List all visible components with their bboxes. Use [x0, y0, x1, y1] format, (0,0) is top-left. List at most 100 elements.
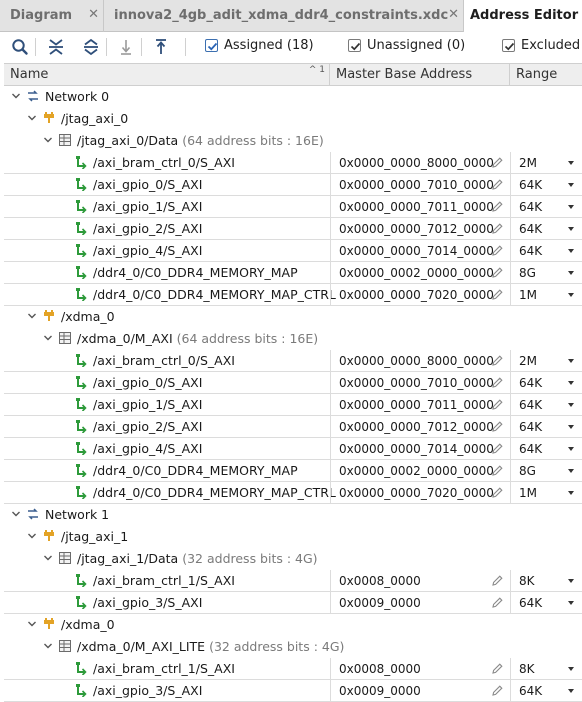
master-base-address[interactable]: 0x0000_0000_7012_0000 [339, 222, 494, 236]
dropdown-arrow-icon[interactable] [568, 293, 574, 297]
pencil-icon[interactable] [491, 420, 504, 433]
move-down-icon[interactable] [114, 35, 138, 59]
table-row[interactable]: /axi_bram_ctrl_0/S_AXI 0x0000_0000_8000_0… [4, 350, 582, 372]
chevron-down-icon[interactable] [42, 552, 54, 564]
range-select[interactable]: 64K [510, 394, 582, 416]
address-cell[interactable]: 0x0000_0000_7014_0000 [330, 438, 510, 460]
chevron-down-icon[interactable] [26, 530, 38, 542]
pencil-icon[interactable] [491, 156, 504, 169]
master-base-address[interactable]: 0x0008_0000 [339, 662, 421, 676]
move-up-icon[interactable] [149, 35, 173, 59]
range-select[interactable]: 64K [510, 438, 582, 460]
master-base-address[interactable]: 0x0000_0002_0000_0000 [339, 464, 494, 478]
close-icon[interactable]: ✕ [448, 7, 459, 22]
range-select[interactable]: 64K [510, 174, 582, 196]
dropdown-arrow-icon[interactable] [568, 667, 574, 671]
pencil-icon[interactable] [491, 200, 504, 213]
collapse-all-icon[interactable] [44, 35, 68, 59]
dropdown-arrow-icon[interactable] [568, 403, 574, 407]
master-base-address[interactable]: 0x0000_0000_7010_0000 [339, 376, 494, 390]
master-base-address[interactable]: 0x0000_0000_7014_0000 [339, 244, 494, 258]
dropdown-arrow-icon[interactable] [568, 183, 574, 187]
dropdown-arrow-icon[interactable] [568, 601, 574, 605]
range-select[interactable]: 8G [510, 460, 582, 482]
chevron-down-icon[interactable] [26, 112, 38, 124]
master-base-address[interactable]: 0x0000_0000_7020_0000 [339, 288, 494, 302]
address-cell[interactable]: 0x0000_0000_7020_0000 [330, 482, 510, 504]
address-cell[interactable]: 0x0008_0000 [330, 570, 510, 592]
address-cell[interactable]: 0x0000_0000_7020_0000 [330, 284, 510, 306]
range-select[interactable]: 64K [510, 240, 582, 262]
table-row[interactable]: /axi_gpio_0/S_AXI 0x0000_0000_7010_0000 64… [4, 174, 582, 196]
address-cell[interactable]: 0x0000_0000_8000_0000 [330, 152, 510, 174]
tab-constraints-file[interactable]: innova2_4gb_adit_xdma_ddr4_constraints.x… [104, 0, 464, 32]
table-row[interactable]: /axi_gpio_4/S_AXI 0x0000_0000_7014_0000 64… [4, 240, 582, 262]
address-cell[interactable]: 0x0000_0000_8000_0000 [330, 350, 510, 372]
range-select[interactable]: 2M [510, 152, 582, 174]
tab-diagram[interactable]: Diagram ✕ [0, 0, 104, 32]
chevron-down-icon[interactable] [26, 310, 38, 322]
dropdown-arrow-icon[interactable] [568, 469, 574, 473]
dropdown-arrow-icon[interactable] [568, 249, 574, 253]
range-select[interactable]: 8K [510, 658, 582, 680]
close-icon[interactable]: ✕ [88, 7, 99, 22]
master-base-address[interactable]: 0x0000_0000_7012_0000 [339, 420, 494, 434]
tree-node-master[interactable]: /jtag_axi_0 [4, 108, 582, 130]
dropdown-arrow-icon[interactable] [568, 381, 574, 385]
pencil-icon[interactable] [491, 684, 504, 697]
tree-node-space[interactable]: /jtag_axi_0/Data (64 address bits : 16E) [4, 130, 582, 152]
pencil-icon[interactable] [491, 662, 504, 675]
table-row[interactable]: /ddr4_0/C0_DDR4_MEMORY_MAP_CTRL 0x0000_00… [4, 284, 582, 306]
address-cell[interactable]: 0x0000_0000_7011_0000 [330, 196, 510, 218]
checkbox-checked-icon[interactable] [348, 39, 361, 52]
table-row[interactable]: /ddr4_0/C0_DDR4_MEMORY_MAP 0x0000_0002_00… [4, 262, 582, 284]
pencil-icon[interactable] [491, 486, 504, 499]
pencil-icon[interactable] [491, 288, 504, 301]
chevron-down-icon[interactable] [10, 90, 22, 102]
address-cell[interactable]: 0x0000_0002_0000_0000 [330, 262, 510, 284]
chevron-down-icon[interactable] [42, 134, 54, 146]
range-select[interactable]: 64K [510, 196, 582, 218]
table-row[interactable]: /axi_gpio_3/S_AXI 0x0009_0000 64K [4, 680, 582, 702]
column-header-name[interactable]: Name ^ 1 [4, 64, 330, 85]
address-cell[interactable]: 0x0000_0000_7011_0000 [330, 394, 510, 416]
pencil-icon[interactable] [491, 222, 504, 235]
address-cell[interactable]: 0x0000_0000_7010_0000 [330, 372, 510, 394]
range-select[interactable]: 8K [510, 570, 582, 592]
pencil-icon[interactable] [491, 266, 504, 279]
dropdown-arrow-icon[interactable] [568, 689, 574, 693]
pencil-icon[interactable] [491, 178, 504, 191]
dropdown-arrow-icon[interactable] [568, 359, 574, 363]
table-row[interactable]: /axi_gpio_4/S_AXI 0x0000_0000_7014_0000 64… [4, 438, 582, 460]
table-row[interactable]: /axi_gpio_0/S_AXI 0x0000_0000_7010_0000 64… [4, 372, 582, 394]
tree-node-master[interactable]: /jtag_axi_1 [4, 526, 582, 548]
range-select[interactable]: 64K [510, 416, 582, 438]
table-row[interactable]: /axi_bram_ctrl_1/S_AXI 0x0008_0000 8K [4, 658, 582, 680]
tree-node-master[interactable]: /xdma_0 [4, 614, 582, 636]
range-select[interactable]: 2M [510, 350, 582, 372]
table-row[interactable]: /axi_bram_ctrl_1/S_AXI 0x0008_0000 8K [4, 570, 582, 592]
chevron-down-icon[interactable] [26, 618, 38, 630]
address-cell[interactable]: 0x0000_0002_0000_0000 [330, 460, 510, 482]
column-header-range[interactable]: Range [510, 64, 582, 85]
pencil-icon[interactable] [491, 354, 504, 367]
pencil-icon[interactable] [491, 574, 504, 587]
pencil-icon[interactable] [491, 398, 504, 411]
checkbox-checked-icon[interactable] [205, 39, 218, 52]
range-select[interactable]: 64K [510, 218, 582, 240]
table-row[interactable]: /axi_gpio_2/S_AXI 0x0000_0000_7012_0000 64… [4, 218, 582, 240]
dropdown-arrow-icon[interactable] [568, 425, 574, 429]
address-cell[interactable]: 0x0008_0000 [330, 658, 510, 680]
address-cell[interactable]: 0x0000_0000_7010_0000 [330, 174, 510, 196]
search-icon[interactable] [8, 35, 32, 59]
address-cell[interactable]: 0x0000_0000_7014_0000 [330, 240, 510, 262]
pencil-icon[interactable] [491, 464, 504, 477]
range-select[interactable]: 8G [510, 262, 582, 284]
range-select[interactable]: 1M [510, 482, 582, 504]
tree-node-space[interactable]: /jtag_axi_1/Data (32 address bits : 4G) [4, 548, 582, 570]
tree-node-space[interactable]: /xdma_0/M_AXI_LITE (32 address bits : 4G… [4, 636, 582, 658]
tree-node-network[interactable]: Network 1 [4, 504, 582, 526]
dropdown-arrow-icon[interactable] [568, 205, 574, 209]
master-base-address[interactable]: 0x0000_0000_7011_0000 [339, 200, 494, 214]
address-cell[interactable]: 0x0000_0000_7012_0000 [330, 218, 510, 240]
